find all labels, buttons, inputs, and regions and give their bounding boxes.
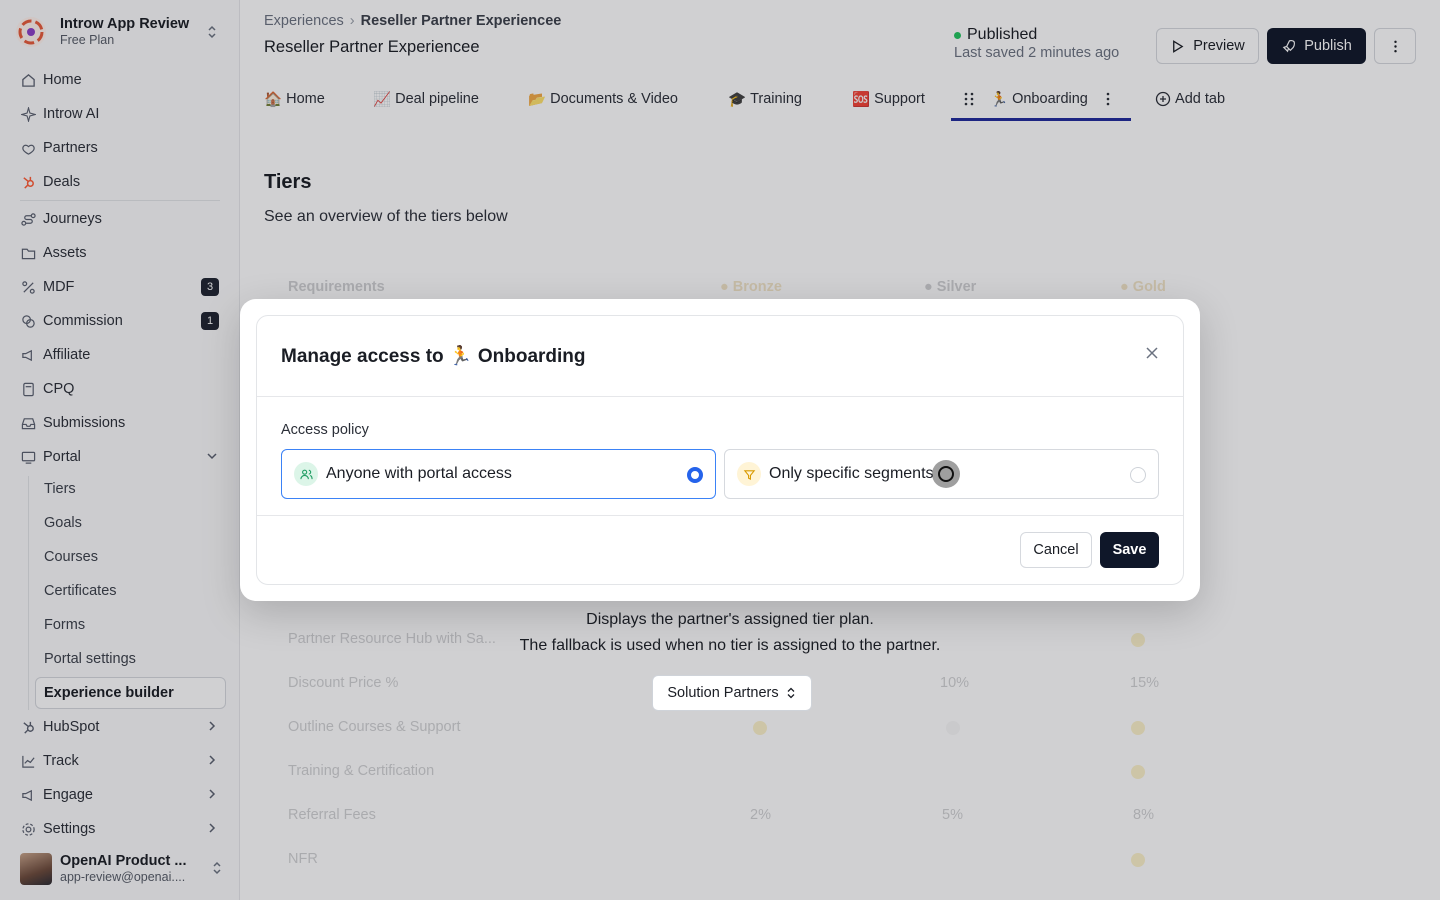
filter-icon [737,462,761,486]
radio-unselected[interactable] [1130,467,1146,483]
save-button[interactable]: Save [1100,532,1159,568]
radio-selected[interactable] [687,467,703,483]
access-policy-label: Access policy [281,422,369,438]
cancel-button[interactable]: Cancel [1020,532,1092,568]
close-icon[interactable] [1145,346,1159,365]
option-label: Only specific segments [769,465,934,482]
dialog-panel: Manage access to 🏃 Onboarding Access pol… [256,315,1184,585]
access-option-segments[interactable]: Only specific segments [724,449,1159,499]
manage-access-dialog: Manage access to 🏃 Onboarding Access pol… [240,299,1200,601]
mouse-cursor-icon [932,460,960,488]
users-icon [294,462,318,486]
dialog-divider [257,396,1183,397]
dialog-title: Manage access to 🏃 Onboarding [281,346,586,367]
dialog-divider [257,515,1183,516]
option-label: Anyone with portal access [326,465,512,482]
access-option-anyone[interactable]: Anyone with portal access [281,449,716,499]
